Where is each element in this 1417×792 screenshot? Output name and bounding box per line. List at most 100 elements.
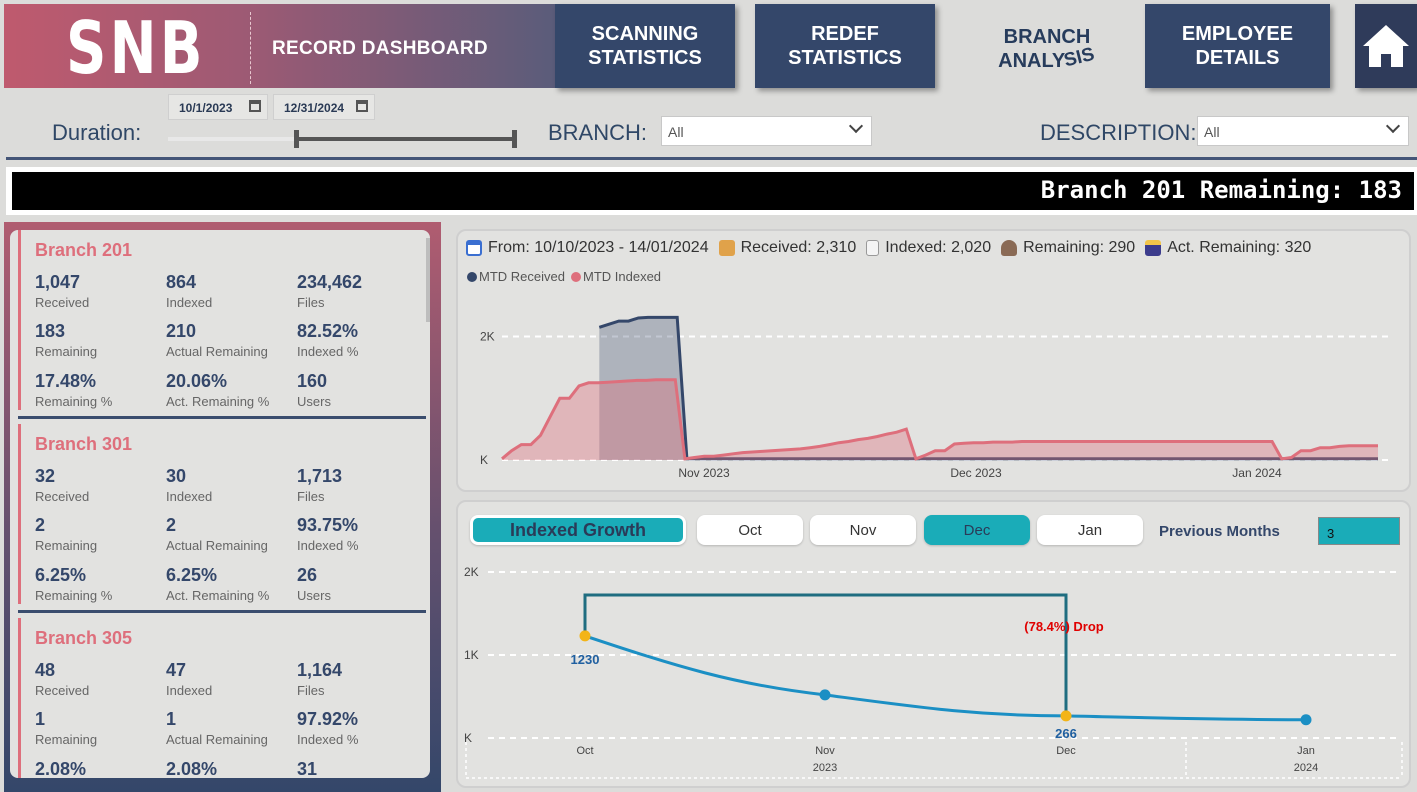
indexed-growth-panel: Indexed Growth Oct Nov Dec Jan Previous … <box>456 500 1411 788</box>
metric-label: Received <box>35 683 90 698</box>
branch-metric: 30 Indexed <box>166 466 296 504</box>
slider-handle-start[interactable] <box>294 130 299 148</box>
calendar-icon <box>356 100 368 112</box>
metric-value: 864 <box>166 272 197 292</box>
calendar-icon <box>249 100 261 112</box>
metric-value: 93.75% <box>297 515 359 535</box>
branch-metric: 1,713 Files <box>297 466 427 504</box>
x-tick-label: Oct <box>576 745 593 757</box>
branch-dropdown[interactable]: All <box>661 116 872 146</box>
drop-label: (78.4%) Drop <box>1024 619 1104 634</box>
metric-label: Received <box>35 489 90 504</box>
branch-metric: 47 Indexed <box>166 660 296 698</box>
metric-value: 32 <box>35 466 56 486</box>
metric-label: Actual Remaining <box>166 344 268 359</box>
branch-card[interactable]: Branch 305 48 Received 47 Indexed 1,164 Files 1… <box>18 618 426 778</box>
metric-label: Indexed % <box>297 538 359 553</box>
x-tick-label: Nov <box>815 745 835 757</box>
branch-metric: 2 Actual Remaining <box>166 515 296 553</box>
card-separator <box>18 416 426 419</box>
duration-label: Duration: <box>52 120 142 145</box>
branch-value: All <box>668 124 684 140</box>
branch-metric: 20.06% Act. Remaining % <box>166 371 296 409</box>
metric-value: 30 <box>166 466 187 486</box>
remaining-banner: Branch 201 Remaining: 183 <box>12 172 1414 210</box>
branch-metric: 2.08%Act. Remaining % <box>166 759 296 778</box>
y-tick-label: K <box>480 453 488 467</box>
metric-value: 82.52% <box>297 321 359 341</box>
branch-metric: 1 Actual Remaining <box>166 709 296 747</box>
branch-metric: 1,164 Files <box>297 660 427 698</box>
date-end-field[interactable]: 12/31/2024 <box>273 94 375 120</box>
metric-value: 1 <box>35 709 46 729</box>
description-dropdown[interactable]: All <box>1197 116 1409 146</box>
tab-redef-statistics[interactable]: REDEF STATISTICS <box>755 4 935 88</box>
metric-label: Indexed % <box>297 732 359 747</box>
duration-slider-range <box>297 137 516 141</box>
branch-metric: 32 Received <box>35 466 165 504</box>
home-icon <box>1363 25 1409 67</box>
metric-label: Users <box>297 588 331 603</box>
branch-metric: 17.48% Remaining % <box>35 371 165 409</box>
branch-cards-list[interactable]: Branch 201 1,047 Received 864 Indexed 234,462… <box>10 230 430 778</box>
metric-value: 97.92% <box>297 709 359 729</box>
area-fill-received <box>599 317 1378 460</box>
tab-branch-analysis[interactable]: BRANCH ANALYSIS <box>958 8 1136 90</box>
branch-metric: 1 Remaining <box>35 709 165 747</box>
year-label: 2024 <box>1294 762 1318 774</box>
date-start-value: 10/1/2023 <box>179 101 233 115</box>
branch-metric: 234,462 Files <box>297 272 427 310</box>
branch-metric: 48 Received <box>35 660 165 698</box>
metric-value: 234,462 <box>297 272 363 292</box>
metric-value: 2.08% <box>35 759 87 778</box>
metric-label: Remaining % <box>35 588 113 603</box>
area-fill-indexed <box>502 379 1378 460</box>
metric-value: 183 <box>35 321 66 341</box>
branch-card[interactable]: Branch 301 32 Received 30 Indexed 1,713 Files 2… <box>18 424 426 604</box>
branch-card[interactable]: Branch 201 1,047 Received 864 Indexed 234,462… <box>18 230 426 410</box>
slider-handle-end[interactable] <box>512 130 517 148</box>
metric-value: 160 <box>297 371 328 391</box>
metric-value: 2 <box>35 515 46 535</box>
metric-value: 47 <box>166 660 187 680</box>
home-button[interactable] <box>1355 4 1417 88</box>
tab-scanning-statistics[interactable]: SCANNING STATISTICS <box>555 4 735 88</box>
date-end-value: 12/31/2024 <box>284 101 345 115</box>
chevron-down-icon <box>848 118 864 134</box>
branch-metric: 160 Users <box>297 371 427 409</box>
logo-divider <box>250 12 251 84</box>
branch-metric: 210 Actual Remaining <box>166 321 296 359</box>
tab-label-line2: ANALY <box>998 49 1066 72</box>
data-point <box>1060 710 1072 722</box>
branch-metric: 31Users <box>297 759 427 778</box>
metric-label: Indexed % <box>297 344 359 359</box>
metric-value: 31 <box>297 759 318 778</box>
data-point <box>1300 714 1312 726</box>
metric-label: Received <box>35 295 90 310</box>
indexed-growth-chart: 2K 1K K (78.4%) Drop 1230 266 Oct Nov Dec Jan 2023… <box>464 565 1403 779</box>
metric-label: Indexed <box>166 295 213 310</box>
branch-metric: 6.25% Remaining % <box>35 565 165 603</box>
divider-rule <box>6 157 1417 160</box>
metric-label: Users <box>297 394 331 409</box>
metric-label: Indexed <box>166 683 213 698</box>
mtd-area-chart: 2K K MTD Received MTD Indexed Nov 2023 Dec 20… <box>467 269 1388 480</box>
branch-metric: 2 Remaining <box>35 515 165 553</box>
tab-label: EMPLOYEE DETAILS <box>1181 23 1294 69</box>
branch-metric: 26 Users <box>297 565 427 603</box>
metric-value: 2.08% <box>166 759 218 778</box>
branch-metric: 864 Indexed <box>166 272 296 310</box>
date-start-field[interactable]: 10/1/2023 <box>168 94 268 120</box>
branch-card-title: Branch 301 <box>35 434 133 454</box>
snb-logo: SNB <box>66 6 206 90</box>
metric-label: Act. Remaining % <box>166 588 270 603</box>
metric-label: Actual Remaining <box>166 732 268 747</box>
tab-employee-details[interactable]: EMPLOYEE DETAILS <box>1145 4 1330 88</box>
branch-metric: 82.52% Indexed % <box>297 321 427 359</box>
metric-value: 1,713 <box>297 466 343 486</box>
metric-value: 48 <box>35 660 56 680</box>
tab-label: SCANNING STATISTICS <box>588 23 702 69</box>
legend-marker <box>467 272 477 282</box>
branch-metric: 93.75% Indexed % <box>297 515 427 553</box>
metric-label: Remaining <box>35 344 98 359</box>
